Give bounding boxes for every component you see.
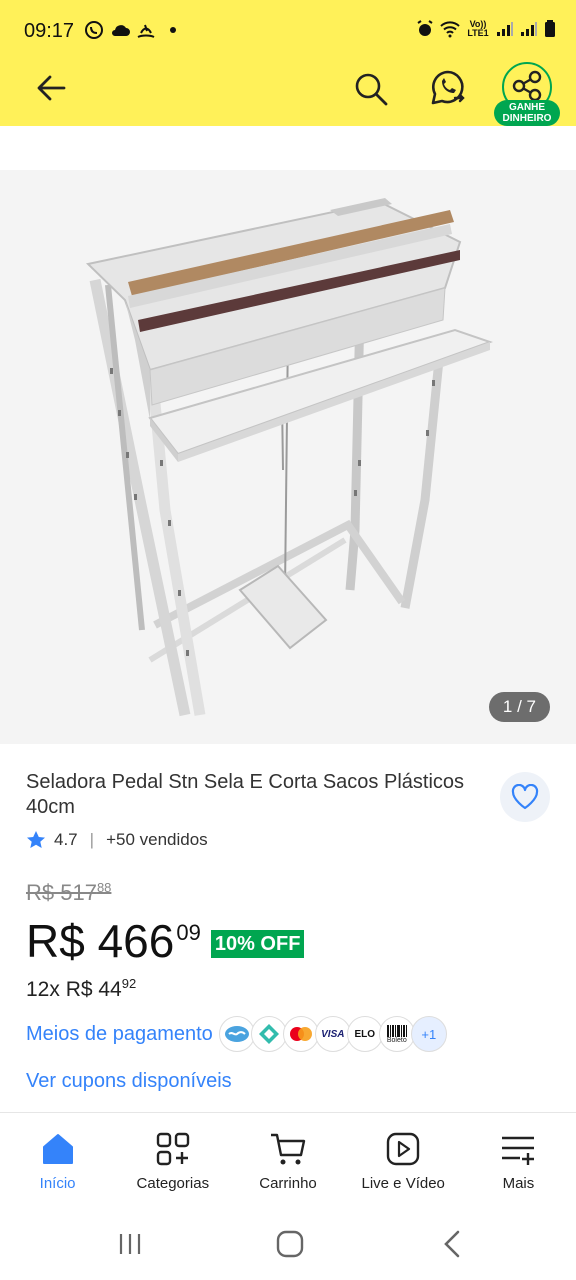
installment-cents: 92 <box>121 976 137 991</box>
more-notifications-dot <box>170 27 176 33</box>
rating-row[interactable]: 4.7 | +50 vendidos <box>26 830 208 850</box>
nav-item-live-video[interactable]: Live e Vídeo <box>346 1113 461 1202</box>
visa-icon: VISA <box>314 1016 351 1052</box>
product-image-gallery[interactable]: 1 / 7 <box>0 170 576 744</box>
status-time: 09:17 <box>24 20 75 42</box>
recent-apps-icon[interactable] <box>116 1230 144 1258</box>
home-system-icon[interactable] <box>274 1228 306 1260</box>
alarm-icon <box>417 20 433 36</box>
product-title: Seladora Pedal Stn Sela E Corta Sacos Pl… <box>26 771 465 818</box>
home-icon <box>42 1134 73 1164</box>
image-counter: 1 / 7 <box>488 692 550 722</box>
volte-indicator: Vo)) LTE1 <box>467 19 489 38</box>
status-system-icons: Vo)) LTE1 <box>416 20 556 38</box>
bottom-navigation: Início Categorias Carrinho Live e Vídeo … <box>0 1112 576 1202</box>
nav-item-carrinho[interactable]: Carrinho <box>230 1113 345 1202</box>
share-earn-badge: GANHE DINHEIRO <box>494 100 560 126</box>
wifi-icon <box>440 21 460 38</box>
arrow-left-icon <box>37 75 66 101</box>
old-price-cents: 88 <box>96 880 112 895</box>
categories-icon <box>156 1132 189 1166</box>
mercado-pago-icon <box>218 1016 255 1052</box>
rating-value: 4.7 <box>54 830 78 849</box>
star-icon <box>27 831 45 848</box>
discount-badge: 10% OFF <box>210 930 305 958</box>
payment-methods-link[interactable]: Meios de pagamento <box>26 1023 213 1046</box>
installments: 12x R$ 4492 <box>26 976 136 1002</box>
whatsapp-share-icon <box>431 70 465 105</box>
current-price: R$ 466 09 10% OFF <box>26 914 305 968</box>
nav-label-inicio: Início <box>39 1175 76 1192</box>
signal-icon-2 <box>521 22 537 36</box>
payment-methods-row[interactable]: Meios de pagamento VISA ELO Boleto +1 <box>26 1016 447 1052</box>
cart-icon <box>271 1133 306 1165</box>
status-notification-icons <box>84 20 176 40</box>
price-main: R$ 466 <box>26 915 175 967</box>
mastercard-icon <box>282 1016 319 1052</box>
app-notification-icon <box>137 24 155 38</box>
sold-count: +50 vendidos <box>106 830 208 849</box>
search-icon <box>355 73 388 106</box>
more-payment-methods[interactable]: +1 <box>410 1016 447 1052</box>
boleto-icon: Boleto <box>378 1016 415 1052</box>
rating-separator: | <box>89 830 95 849</box>
share-earn-button[interactable]: GANHE DINHEIRO <box>494 60 560 126</box>
back-system-icon[interactable] <box>438 1228 466 1260</box>
nav-label-categorias: Categorias <box>136 1175 210 1192</box>
view-coupons-link[interactable]: Ver cupons disponíveis <box>26 1070 232 1093</box>
pix-icon <box>250 1016 287 1052</box>
video-play-icon <box>387 1132 420 1166</box>
nav-label-carrinho: Carrinho <box>259 1175 317 1192</box>
price-cents: 09 <box>176 920 201 945</box>
back-button[interactable] <box>32 70 70 106</box>
menu-plus-icon <box>502 1136 535 1165</box>
status-bar: 09:17 Vo)) LTE1 <box>0 0 576 64</box>
signal-icon <box>497 22 513 36</box>
favorite-button[interactable] <box>500 772 550 822</box>
app-header: 09:17 Vo)) LTE1 GANHE DINHEIRO <box>0 0 576 126</box>
whatsapp-notification-icon <box>85 21 103 39</box>
whatsapp-share-button[interactable] <box>428 68 468 108</box>
system-navigation-bar <box>0 1210 576 1280</box>
nav-item-inicio[interactable]: Início <box>0 1113 115 1202</box>
installment-main: 12x R$ 44 <box>26 978 122 1001</box>
old-price: R$ 51788 <box>26 880 111 906</box>
nav-item-categorias[interactable]: Categorias <box>115 1113 230 1202</box>
nav-label-mais: Mais <box>502 1175 535 1192</box>
heart-icon <box>511 784 539 810</box>
nav-item-mais[interactable]: Mais <box>461 1113 576 1202</box>
nav-label-live-video: Live e Vídeo <box>361 1175 445 1192</box>
elo-icon: ELO <box>346 1016 383 1052</box>
cloud-icon <box>112 25 130 36</box>
search-button[interactable] <box>352 70 390 108</box>
battery-icon <box>545 20 555 37</box>
boleto-label: Boleto <box>386 1036 407 1044</box>
app-bar: GANHE DINHEIRO <box>0 56 576 126</box>
old-price-main: R$ 517 <box>26 880 97 905</box>
product-image-heat-sealer <box>85 198 494 717</box>
